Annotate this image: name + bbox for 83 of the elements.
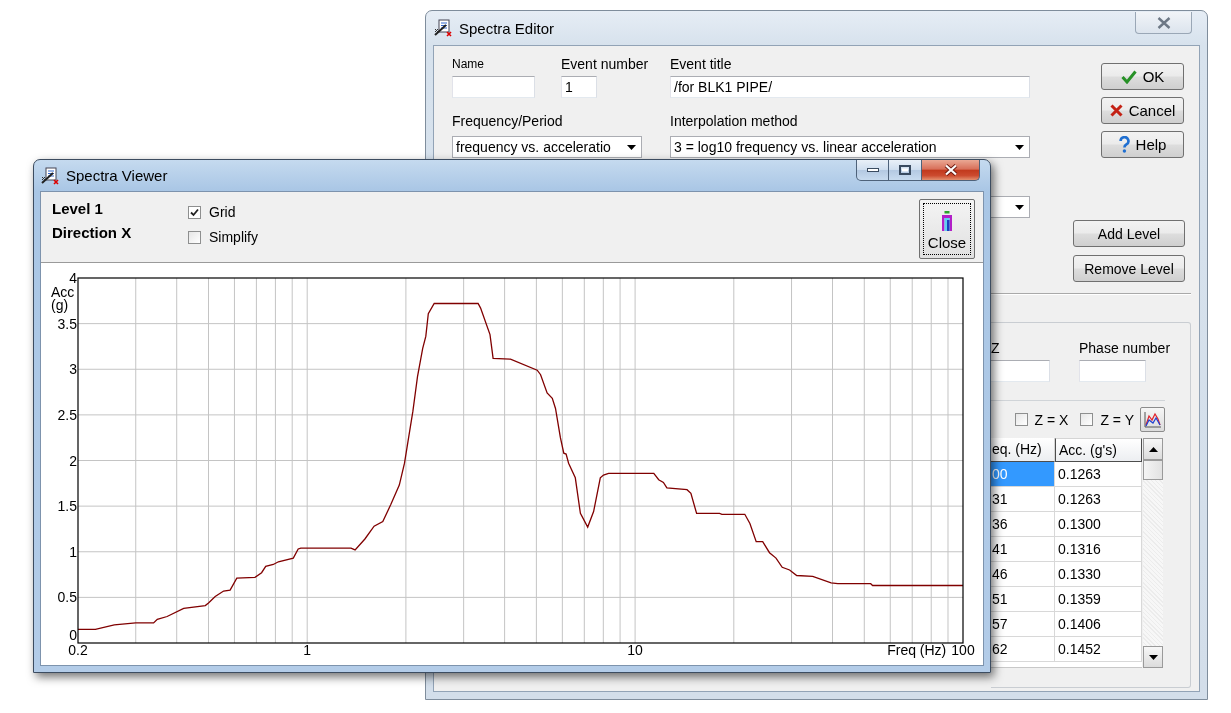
close-icon [943,164,958,176]
table-cell[interactable]: 0.1452 [1055,637,1142,662]
ok-button[interactable]: OK [1101,63,1184,90]
y-tick-label: 0.5 [57,589,77,606]
add-level-button[interactable]: Add Level [1073,220,1185,247]
checkbox[interactable] [188,230,201,244]
field-label: Event title [670,56,732,72]
level-label: Level 1 [52,199,103,219]
checkbox[interactable] [1080,413,1094,426]
table-cell[interactable]: 0.1330 [1055,562,1142,587]
close-button[interactable] [1135,12,1192,34]
direction-label: Direction X [52,223,132,243]
door-icon [941,211,953,231]
checkbox-label[interactable]: Simplify [209,229,258,245]
field-label: Name [452,56,484,72]
help-button[interactable]: Help [1101,131,1184,158]
y-tick-label: 1.5 [57,498,77,515]
minimize-icon [866,168,879,172]
table-cell[interactable]: 0.1316 [1055,537,1142,562]
chart-button[interactable] [1140,407,1165,432]
field-label: Z [991,340,1000,356]
field-label: Event number [561,56,649,72]
interpolation-method-dropdown[interactable]: 3 = log10 frequency vs. linear acceleration [670,136,1030,158]
table-cell[interactable]: 0.1263 [1055,462,1142,487]
checkbox[interactable] [1014,413,1028,426]
window-title: Spectra Viewer [66,167,168,184]
x-tick-label: 10 [627,642,643,658]
caret-icon [1015,144,1024,150]
document-icon [434,19,452,37]
checkbox-label[interactable]: Grid [209,204,236,220]
table-cell[interactable]: 0.1406 [1055,612,1142,637]
x-tick-label: 1 [303,642,312,658]
cancel-button[interactable]: Cancel [1101,97,1184,124]
event-title-field[interactable]: /for BLK1 PIPE/ [670,76,1030,98]
line-chart-icon [1143,411,1162,428]
question-mark-icon [1118,136,1130,153]
x-tick-label: 100 [951,642,975,658]
document-icon [41,166,59,185]
remove-level-button[interactable]: Remove Level [1073,255,1185,282]
table-cell[interactable]: 0.1263 [1055,487,1142,512]
field-label: Interpolation method [670,113,798,129]
close-button[interactable]: Close [919,199,975,259]
scrollbar[interactable] [1143,438,1163,668]
caret-icon [1015,204,1024,210]
check-icon [1120,69,1137,84]
field-label: Frequency/Period [452,113,563,129]
down-arrow-icon [1148,654,1158,660]
scroll-thumb[interactable] [1143,460,1163,480]
y-tick-label: 3 [69,361,77,378]
minimize-button[interactable] [856,160,889,181]
phase-number-field[interactable] [1079,360,1146,382]
name-field[interactable] [452,76,535,98]
checkbox-label[interactable]: Z = X [1034,411,1069,428]
frequency-period-dropdown[interactable]: frequency vs. acceleratio [452,136,642,158]
table-cell[interactable]: 0.1300 [1055,512,1142,537]
up-arrow-icon [1148,446,1158,452]
table-cell[interactable]: 0.1359 [1055,587,1142,612]
x-axis-title: Freq (Hz) [887,642,947,658]
y-tick-label: 4 [69,270,77,286]
close-button[interactable] [922,160,980,181]
scroll-down-button[interactable] [1143,646,1163,668]
dropdown[interactable] [991,196,1030,218]
cross-icon [1109,104,1123,117]
column-header[interactable]: Acc. (g's) [1055,438,1142,462]
y-tick-label: 2 [69,452,77,469]
y-tick-label: 0 [69,627,77,643]
close-icon [1156,16,1171,29]
y-tick-label: 3.5 [57,315,77,332]
y-tick-label: 1 [69,543,77,560]
checkbox[interactable] [188,205,201,219]
event-number-field[interactable]: 1 [561,76,597,98]
y-tick-label: 2.5 [57,406,77,423]
x-tick-label: 0.2 [68,642,88,658]
y-axis-title: Acc (g) [51,284,75,313]
window-title: Spectra Editor [459,19,555,37]
z-field[interactable] [991,360,1050,382]
checkbox-label[interactable]: Z = Y [1100,411,1134,428]
field-label: Phase number [1079,340,1171,356]
maximize-button[interactable] [889,160,922,181]
scroll-up-button[interactable] [1143,438,1163,460]
column-header[interactable]: eq. (Hz) [991,438,1055,462]
caret-icon [627,144,636,150]
maximize-icon [899,165,911,175]
